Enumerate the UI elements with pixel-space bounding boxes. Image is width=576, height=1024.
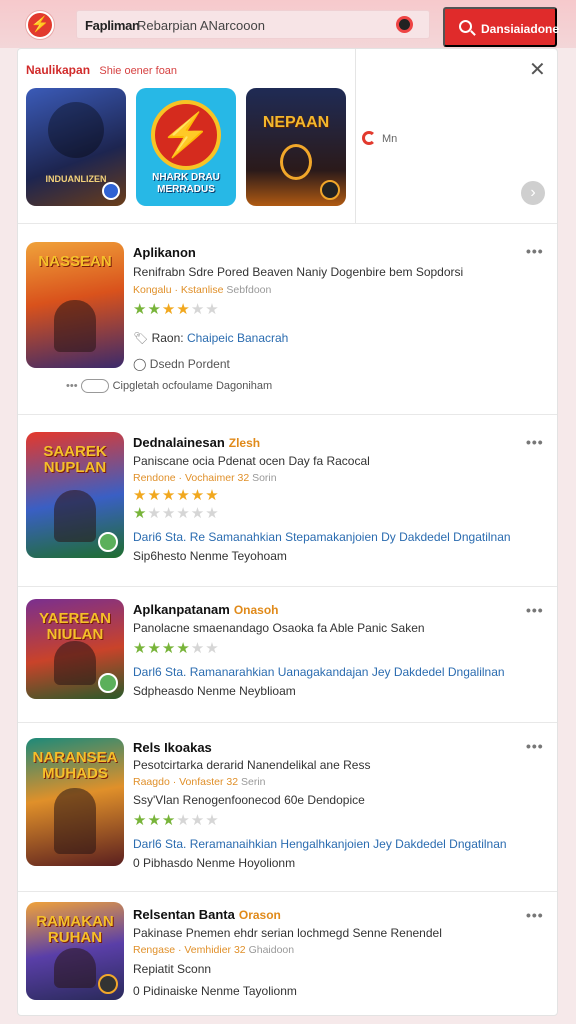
- app-1-title[interactable]: Aplikanon: [133, 245, 196, 260]
- app-1-thumb-title: NASSEAN: [38, 253, 112, 270]
- search-label: Fapliman: [85, 18, 140, 33]
- mic-icon[interactable]: [396, 16, 413, 33]
- app-3-description: Panolacne smaenandago Osaoka fa Able Pan…: [133, 621, 425, 635]
- app-2-sub-line: Sip6hesto Nenme Teyohoam: [133, 549, 287, 563]
- app-5-thumb-title: RAMAKAN RUHAN: [36, 913, 114, 946]
- app-1-description: Renifrabn Sdre Pored Beaven Naniy Dogenb…: [133, 265, 464, 279]
- app-4-meta-gray: Serin: [241, 776, 266, 788]
- promo-tile-3-label: NEPAAN: [262, 114, 330, 131]
- app-4-description: Pesotcirtarka derarid Nanendelikal ane R…: [133, 758, 371, 772]
- app-1-rating: ★★★★★★: [133, 301, 220, 318]
- app-3-thumbnail[interactable]: YAEREAN NIULAN: [26, 599, 124, 699]
- more-options-icon[interactable]: •••: [526, 243, 544, 259]
- search-input[interactable]: Rebarpian ANarcooon: [137, 18, 265, 33]
- play-badge-icon: [98, 532, 118, 552]
- app-2-info-value[interactable]: Dari6 Sta. Re Samanahkian Stepamakanjoie…: [133, 530, 511, 544]
- app-3-title[interactable]: Aplkanpatanam: [133, 602, 230, 617]
- app-4-title[interactable]: Rels Ikoakas: [133, 740, 212, 755]
- app-4-info-value[interactable]: Darl6 Sta. Reramanaihkian Hengalhkanjoie…: [133, 837, 507, 851]
- app-5-sub-line: 0 Pidinaiske Nenme Tayolionm: [133, 984, 297, 998]
- app-card-3[interactable]: YAEREAN NIULAN Aplkanpatanam Onasoh Panol…: [18, 587, 557, 722]
- top-bar: ⚡ Fapliman Rebarpian ANarcooon Dansiaiad…: [0, 0, 576, 48]
- more-options-icon[interactable]: •••: [526, 434, 544, 450]
- toggle-icon[interactable]: [80, 379, 109, 393]
- promo-tile-2-label: NHARK DRAU MERRADUS: [152, 172, 220, 195]
- app-4-sub-line: 0 Pibhasdo Nenme Hoyolionm: [133, 856, 296, 870]
- promo-subtitle: Shie oener foan: [99, 65, 178, 77]
- app-5-title[interactable]: Relsentan Banta: [133, 907, 235, 922]
- app-logo-icon[interactable]: ⚡: [26, 11, 54, 39]
- brand-badge-icon: [362, 131, 376, 145]
- app-2-thumbnail[interactable]: SAAREK NUPLAN: [26, 432, 124, 558]
- app-2-rating-gold: ★★★★★★: [133, 487, 220, 504]
- results-panel: Naulikapan Shie oener foan ✕ INDUANLIZEN…: [17, 48, 558, 1016]
- app-2-meta-gray: Sorin: [252, 472, 277, 484]
- search-button[interactable]: Dansiaiadone: [443, 7, 560, 47]
- gear-badge-icon: [320, 180, 340, 200]
- app-4-thumbnail[interactable]: NARANSEA MUHADS: [26, 738, 124, 866]
- app-1-meta: Kongalu · Kstanlise: [133, 284, 224, 296]
- app-1-sub-line: Dsedn Pordent: [149, 357, 230, 371]
- app-5-meta-gray: Ghaidoon: [248, 944, 295, 956]
- app-1-thumbnail[interactable]: NASSEAN: [26, 242, 124, 368]
- app-3-sub-line: Sdpheasdo Nenme Neyblioam: [133, 684, 296, 698]
- app-2-description: Paniscane ocia Pdenat ocen Day fa Racoca…: [133, 454, 370, 468]
- app-2-title[interactable]: Dednalainesan: [133, 435, 225, 450]
- app-card-1[interactable]: NASSEAN Aplikanon Renifrabn Sdre Pored B…: [18, 224, 557, 414]
- app-5-meta: Rengase · Vemhidier 32: [133, 944, 246, 956]
- search-field[interactable]: Fapliman Rebarpian ANarcooon: [76, 10, 430, 39]
- app-3-rating: ★★★★★★: [133, 640, 220, 657]
- promo-side-text: Mn: [382, 133, 398, 145]
- badge-icon: [98, 974, 118, 994]
- promo-tile-3[interactable]: NEPAAN: [246, 88, 346, 206]
- app-3-info-value[interactable]: Darl6 Sta. Ramanarahkian Uanagakandajan …: [133, 665, 505, 679]
- app-3-tag: Onasoh: [233, 603, 279, 617]
- search-icon: [459, 20, 472, 33]
- app-2-thumb-title: SAAREK NUPLAN: [43, 443, 107, 476]
- app-5-tag: Orason: [238, 908, 281, 922]
- app-2-tag: Zlesh: [228, 436, 261, 450]
- app-2-rating: ★★★★★★: [133, 505, 220, 522]
- app-4-meta: Raagdo · Vonfaster 32: [133, 776, 239, 788]
- chevron-right-icon[interactable]: ›: [521, 181, 545, 205]
- app-card-2[interactable]: SAAREK NUPLAN Dednalainesan Zlesh Panisca…: [18, 415, 557, 585]
- app-card-4[interactable]: NARANSEA MUHADS Rels Ikoakas Pesotcirtar…: [18, 723, 557, 891]
- close-icon[interactable]: ✕: [529, 57, 546, 82]
- app-card-5[interactable]: RAMAKAN RUHAN Relsentan Banta Orason Paki…: [18, 892, 557, 1012]
- promo-divider: [355, 49, 356, 223]
- app-5-description: Pakinase Pnemen ehdr serian lochmegd Sen…: [133, 926, 442, 940]
- app-1-info: 🏷 Raon: Chaipeic Banacrah: [133, 331, 288, 345]
- more-options-icon[interactable]: •••: [526, 907, 544, 923]
- clock-icon: ◯: [133, 357, 147, 371]
- app-5-extra-line: Repiatit Sconn: [133, 962, 212, 976]
- app-1-sub: ◯ Dsedn Pordent: [133, 357, 230, 371]
- app-4-thumb-title: NARANSEA MUHADS: [32, 749, 118, 782]
- tag-icon: 🏷: [133, 331, 149, 345]
- search-button-label: Dansiaiadone: [481, 22, 560, 36]
- controller-badge-icon: [102, 182, 120, 200]
- app-5-thumbnail[interactable]: RAMAKAN RUHAN: [26, 902, 124, 1000]
- promo-title: Naulikapan: [26, 63, 91, 77]
- lightning-icon: ⚡: [151, 100, 221, 170]
- app-1-meta-gray: Sebfdoon: [226, 284, 272, 296]
- app-1-info-value[interactable]: Chaipeic Banacrah: [187, 331, 288, 345]
- play-badge-icon: [98, 673, 118, 693]
- app-3-thumb-title: YAEREAN NIULAN: [39, 610, 111, 643]
- app-1-footer: ••• Cipgletah ocfoulame Dagoniham: [66, 379, 273, 393]
- app-1-info-label: Raon:: [151, 331, 184, 345]
- promo-tile-2[interactable]: ⚡ NHARK DRAU MERRADUS: [136, 88, 236, 206]
- more-options-icon[interactable]: •••: [526, 738, 544, 754]
- app-4-extra-line: Ssy'Vlan Renogenfoonecod 60e Dendopice: [133, 793, 365, 807]
- promo-tile-1[interactable]: INDUANLIZEN: [26, 88, 126, 206]
- more-options-icon[interactable]: •••: [526, 602, 544, 618]
- app-2-meta: Rendone · Vochaimer 32: [133, 472, 250, 484]
- app-4-rating: ★★★★★★: [133, 812, 220, 829]
- app-1-footer-text: Cipgletah ocfoulame Dagoniham: [112, 379, 273, 392]
- promo-header: Naulikapan Shie oener foan: [26, 63, 177, 77]
